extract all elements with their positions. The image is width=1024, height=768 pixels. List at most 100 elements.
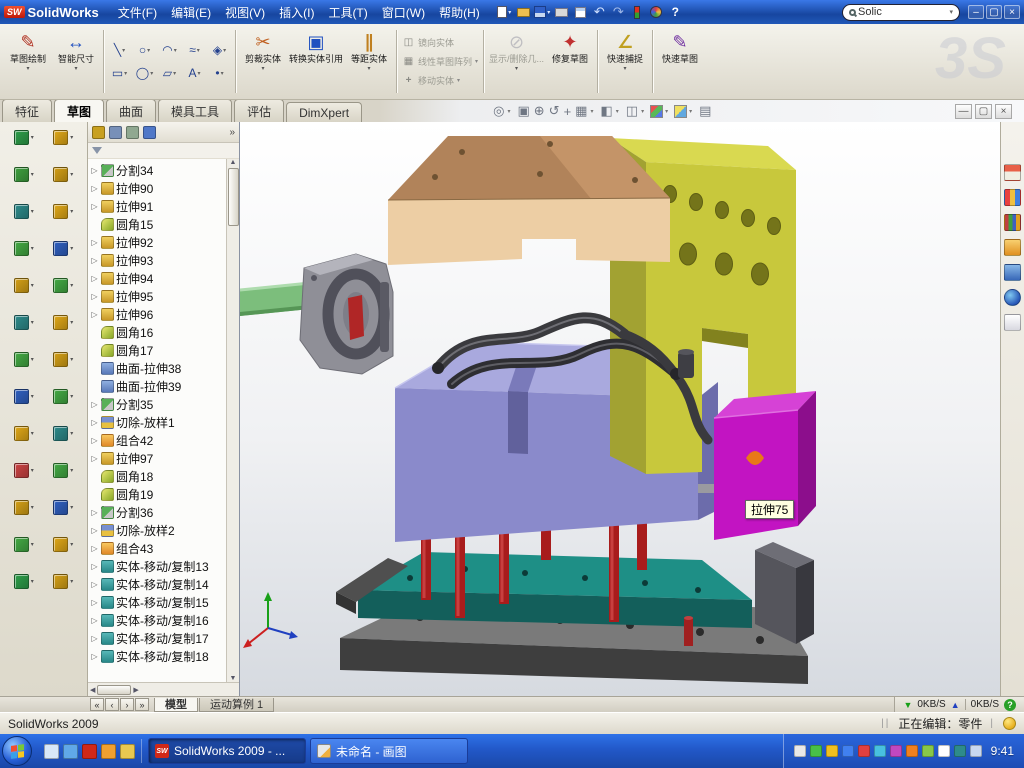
left-tool-3[interactable]: ▾	[4, 167, 44, 182]
graphics-viewport[interactable]: 拉伸75	[240, 122, 1000, 696]
new-document-icon[interactable]: ▾	[495, 3, 514, 22]
trim-entities-button[interactable]: 剪裁实体▾	[239, 26, 287, 97]
tree-item[interactable]: ▷实体-移动/复制16	[90, 611, 225, 629]
zoom-to-area-icon[interactable]: ▣	[517, 103, 529, 119]
left-tool-14[interactable]: ▾	[44, 352, 84, 367]
expand-arrow-icon[interactable]: ▷	[90, 256, 99, 265]
scroll-left-icon[interactable]: ◀	[90, 686, 95, 694]
expand-arrow-icon[interactable]: ▷	[90, 436, 99, 445]
expand-arrow-icon[interactable]: ▷	[90, 418, 99, 427]
taskbar-window-solidworks[interactable]: SWSolidWorks 2009 - ...	[148, 738, 306, 764]
menu-item-6[interactable]: 窗口(W)	[375, 1, 432, 24]
repair-sketch-button[interactable]: 修复草图	[546, 26, 594, 97]
menu-item-1[interactable]: 文件(F)	[111, 1, 164, 24]
left-tool-10[interactable]: ▾	[44, 278, 84, 293]
tree-item[interactable]: ▷实体-移动/复制17	[90, 629, 225, 647]
tree-item[interactable]: ▷实体-移动/复制13	[90, 557, 225, 575]
tab-features[interactable]: 特征	[2, 99, 52, 122]
tree-item[interactable]: ▷拉伸91	[90, 197, 225, 215]
left-tool-24[interactable]: ▾	[44, 537, 84, 552]
tree-item[interactable]: ▷拉伸93	[90, 251, 225, 269]
quick-snaps-button[interactable]: 快速捕捉▾	[601, 26, 649, 97]
tree-item[interactable]: 圆角16	[90, 323, 225, 341]
search-box[interactable]: Solic ▾	[842, 4, 960, 21]
pan-icon[interactable]: +	[564, 104, 572, 119]
menu-item-5[interactable]: 工具(T)	[321, 1, 374, 24]
document-restore-button[interactable]: ▢	[975, 104, 992, 119]
smart-dimension-button[interactable]: 智能尺寸▾	[52, 26, 100, 97]
expand-arrow-icon[interactable]: ▷	[90, 526, 99, 535]
left-tool-22[interactable]: ▾	[44, 500, 84, 515]
tab-evaluate[interactable]: 评估	[234, 99, 284, 122]
offset-entities-button[interactable]: 等距实体▾	[345, 26, 393, 97]
tree-item[interactable]: 圆角19	[90, 485, 225, 503]
tray-icon-1[interactable]	[794, 745, 806, 757]
left-tool-13[interactable]: ▾	[4, 352, 44, 367]
left-tool-17[interactable]: ▾	[4, 426, 44, 441]
tree-item[interactable]: 曲面-拉伸38	[90, 359, 225, 377]
tree-item[interactable]: ▷分割34	[90, 161, 225, 179]
model-tab[interactable]: 模型	[154, 698, 198, 712]
expand-arrow-icon[interactable]: ▷	[90, 598, 99, 607]
custom-properties-icon[interactable]	[1004, 314, 1021, 331]
tab-mold-tools[interactable]: 模具工具	[158, 99, 232, 122]
model-canvas[interactable]	[240, 122, 1000, 696]
left-tool-1[interactable]: ▾	[4, 130, 44, 145]
print-icon[interactable]	[552, 3, 571, 22]
scroll-down-icon[interactable]: ▼	[230, 675, 237, 682]
menu-item-2[interactable]: 编辑(E)	[164, 1, 218, 24]
expand-arrow-icon[interactable]: ▷	[90, 634, 99, 643]
show-desktop-icon[interactable]	[44, 744, 59, 759]
tray-icon-10[interactable]	[938, 745, 950, 757]
left-tool-5[interactable]: ▾	[4, 204, 44, 219]
scroll-right-icon[interactable]: ▶	[133, 686, 138, 694]
design-library-icon[interactable]	[1004, 214, 1021, 231]
prev-tab-button[interactable]: ‹	[105, 698, 119, 711]
tree-item[interactable]: ▷实体-移动/复制14	[90, 575, 225, 593]
tree-item[interactable]: 圆角18	[90, 467, 225, 485]
left-tool-26[interactable]: ▾	[44, 574, 84, 589]
rapid-sketch-button[interactable]: 快速草图	[656, 26, 704, 97]
tree-item[interactable]: ▷分割36	[90, 503, 225, 521]
print-preview-icon[interactable]	[571, 3, 590, 22]
tree-item[interactable]: ▷分割35	[90, 395, 225, 413]
left-tool-8[interactable]: ▾	[44, 241, 84, 256]
dimxpert-manager-tab-icon[interactable]	[143, 126, 156, 139]
left-tool-21[interactable]: ▾	[4, 500, 44, 515]
expand-arrow-icon[interactable]: ▷	[90, 166, 99, 175]
tab-sketch[interactable]: 草图	[54, 99, 104, 122]
solidworks-icon[interactable]	[82, 744, 97, 759]
tray-icon-9[interactable]	[922, 745, 934, 757]
rebuild-icon[interactable]	[628, 3, 647, 22]
home-icon[interactable]	[1004, 164, 1021, 181]
expand-arrow-icon[interactable]: ▷	[90, 508, 99, 517]
convert-entities-button[interactable]: 转换实体引用	[287, 26, 345, 97]
appearances-icon[interactable]	[1004, 289, 1021, 306]
model-gray-clamp[interactable]	[300, 254, 393, 374]
left-tool-12[interactable]: ▾	[44, 315, 84, 330]
document-minimize-button[interactable]: —	[955, 104, 972, 119]
tray-icon-5[interactable]	[858, 745, 870, 757]
expand-arrow-icon[interactable]: ▷	[90, 652, 99, 661]
tray-icon-3[interactable]	[826, 745, 838, 757]
expand-arrow-icon[interactable]: ▷	[90, 202, 99, 211]
tray-icon-7[interactable]	[890, 745, 902, 757]
left-tool-6[interactable]: ▾	[44, 204, 84, 219]
tray-icon-11[interactable]	[954, 745, 966, 757]
motion-study-tab[interactable]: 运动算例 1	[199, 698, 274, 712]
left-tool-18[interactable]: ▾	[44, 426, 84, 441]
tray-icon-8[interactable]	[906, 745, 918, 757]
taskbar-window-paint[interactable]: 未命名 - 画图	[310, 738, 468, 764]
feature-manager-tab-icon[interactable]	[92, 126, 105, 139]
menu-item-4[interactable]: 插入(I)	[272, 1, 321, 24]
next-tab-button[interactable]: ›	[120, 698, 134, 711]
rotate-view-icon[interactable]: ↺	[549, 103, 560, 119]
solidworks-resources-icon[interactable]	[1004, 189, 1021, 206]
rectangle-sketch-button[interactable]: ▭▾	[107, 66, 132, 80]
view-orientation-icon[interactable]	[650, 105, 663, 118]
arc-sketch-button[interactable]: ◠▾	[157, 43, 182, 57]
tree-item[interactable]: 圆角17	[90, 341, 225, 359]
expand-arrow-icon[interactable]: ▷	[90, 238, 99, 247]
tree-item[interactable]: ▷拉伸95	[90, 287, 225, 305]
expand-arrow-icon[interactable]: ▷	[90, 310, 99, 319]
